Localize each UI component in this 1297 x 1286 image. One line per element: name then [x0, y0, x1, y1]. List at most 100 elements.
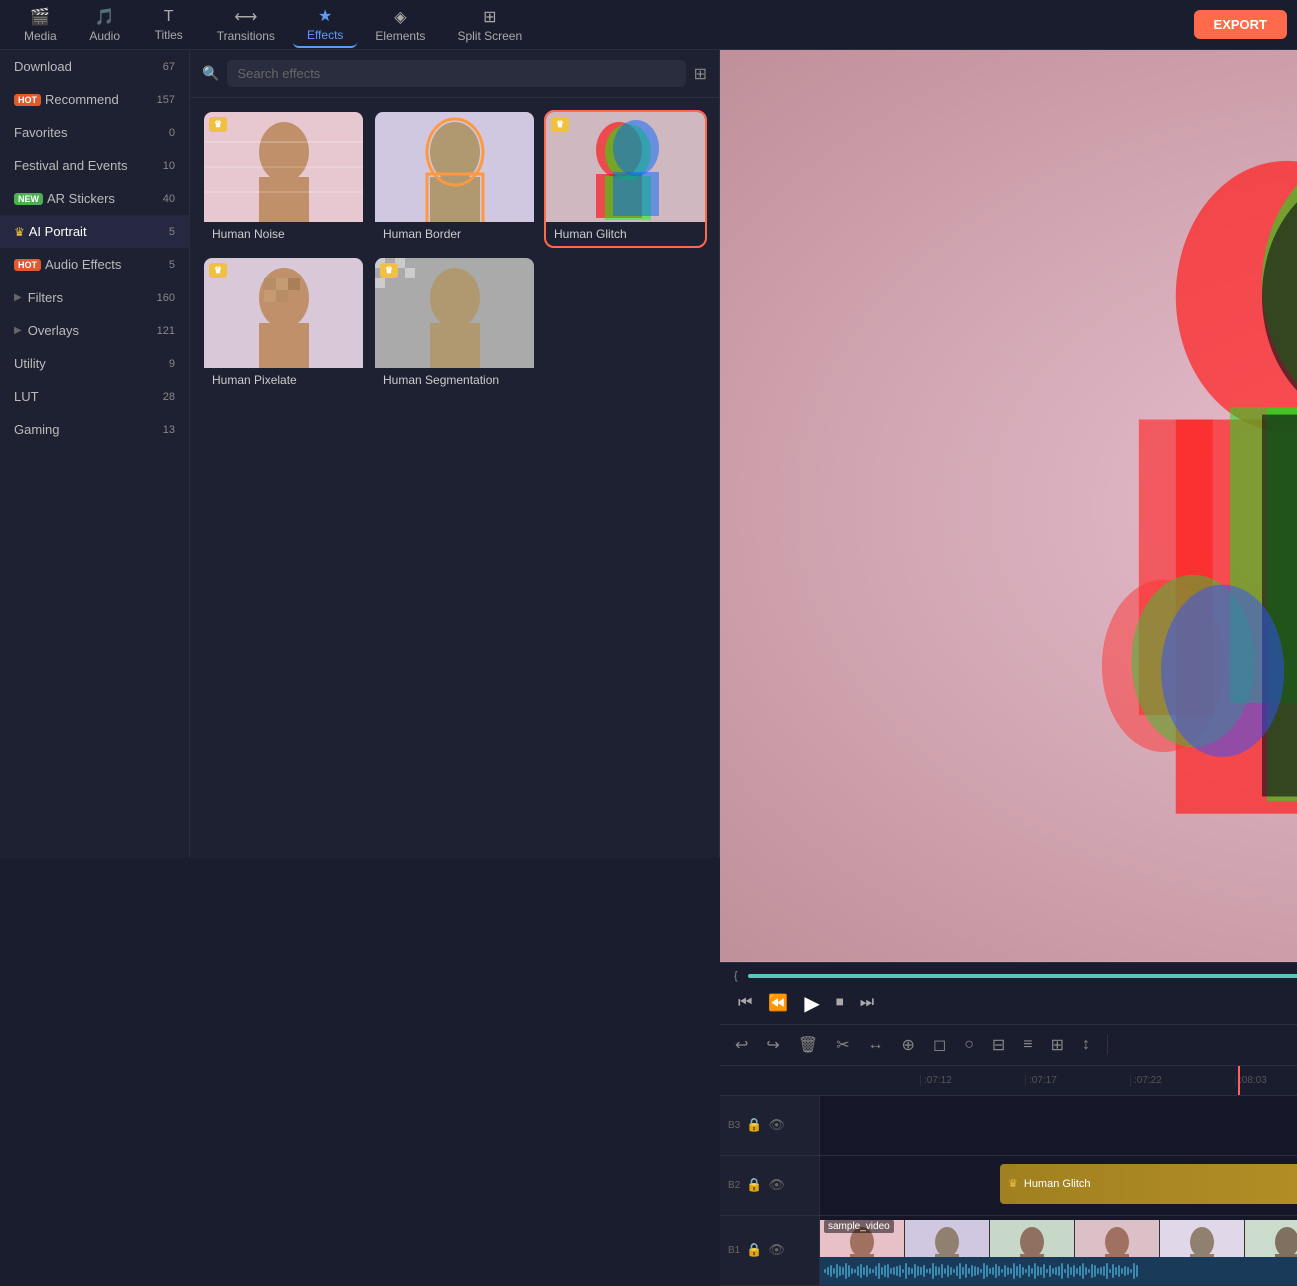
- time-left-marker: {: [734, 970, 738, 982]
- grid-toggle-button[interactable]: ⊞: [694, 64, 707, 84]
- nav-elements[interactable]: ◈ Elements: [361, 3, 439, 47]
- effect-thumb-human-border: [375, 112, 534, 222]
- effect-card-human-glitch[interactable]: ♛ Human Glitch: [546, 112, 705, 246]
- progress-track[interactable]: [748, 974, 1297, 978]
- wave-bar: [1097, 1268, 1099, 1274]
- wave-bar: [1079, 1266, 1081, 1276]
- nav-titles[interactable]: T Titles: [139, 4, 199, 46]
- audio-waveform-bar: [820, 1257, 1297, 1285]
- sidebar-item-audio-effects[interactable]: HOT Audio Effects 5: [0, 248, 189, 281]
- wave-bar: [941, 1264, 943, 1278]
- track-lock-button-2[interactable]: 🔒: [746, 1177, 762, 1193]
- sidebar-item-festival-events[interactable]: Festival and Events 10: [0, 149, 189, 182]
- nav-audio[interactable]: 🎵 Audio: [75, 3, 135, 47]
- video-track-label: sample_video: [824, 1220, 894, 1233]
- effect-thumb-human-noise: ♛: [204, 112, 363, 222]
- sidebar-item-overlays[interactable]: ▶ Overlays 121: [0, 314, 189, 347]
- wave-bar: [1052, 1268, 1054, 1274]
- stop-button[interactable]: ⏹: [832, 992, 848, 1014]
- wave-bar: [998, 1266, 1000, 1276]
- step-back-button[interactable]: ⏮: [734, 992, 756, 1014]
- track-header-2: B2 🔒 👁: [720, 1156, 820, 1215]
- color-button[interactable]: ○: [959, 1033, 979, 1057]
- preview-video: [720, 50, 1297, 962]
- ruler-mark-0: :07:12: [920, 1075, 1025, 1086]
- redo-button[interactable]: ↪: [761, 1032, 784, 1058]
- sidebar-item-gaming[interactable]: Gaming 13: [0, 413, 189, 446]
- wave-bar: [1076, 1268, 1078, 1274]
- effect-crown-icon: ♛: [1008, 1177, 1018, 1190]
- crop-button[interactable]: ↔: [863, 1033, 889, 1057]
- track-eye-button-3[interactable]: 👁: [768, 1117, 785, 1133]
- wave-bar: [962, 1267, 964, 1275]
- export-button[interactable]: EXPORT: [1194, 10, 1287, 39]
- nav-media[interactable]: 🎬 Media: [10, 3, 71, 47]
- wave-bar: [881, 1267, 883, 1275]
- ruler-marks: :07:12 :07:17 :07:22 :08:03 :08:08 :08:1…: [920, 1075, 1297, 1086]
- wave-bar: [884, 1265, 886, 1277]
- wave-bar: [977, 1267, 979, 1275]
- sidebar-item-favorites[interactable]: Favorites 0: [0, 116, 189, 149]
- ruler-mark-3: :08:03: [1235, 1075, 1297, 1086]
- playhead-line: [1238, 1066, 1240, 1095]
- wave-bar: [965, 1264, 967, 1278]
- wave-bar: [944, 1268, 946, 1274]
- wave-bar: [1055, 1267, 1057, 1275]
- wave-bar: [1067, 1264, 1069, 1278]
- wave-bar: [935, 1266, 937, 1276]
- step-forward-button[interactable]: ⏭: [856, 992, 878, 1014]
- adjust-button[interactable]: ↕: [1077, 1033, 1095, 1057]
- effect-label-human-segmentation: Human Segmentation: [375, 368, 534, 392]
- top-nav: 🎬 Media 🎵 Audio T Titles ⟷ Transitions ★…: [0, 0, 1297, 50]
- wave-bar: [899, 1265, 901, 1277]
- track-lock-button-3[interactable]: 🔒: [746, 1117, 762, 1133]
- preview-image-area: [720, 50, 1297, 962]
- mask-button[interactable]: ◻: [928, 1032, 951, 1058]
- track-eye-button-2[interactable]: 👁: [768, 1177, 785, 1193]
- cut-button[interactable]: ✂: [831, 1032, 854, 1058]
- wave-bar: [1004, 1265, 1006, 1277]
- wave-bar: [1031, 1268, 1033, 1274]
- progress-bar-row: { } 00:00:08:05: [734, 969, 1297, 983]
- effect-card-human-pixelate[interactable]: ♛ Human Pixelate: [204, 258, 363, 392]
- nav-transitions[interactable]: ⟷ Transitions: [203, 3, 289, 47]
- effects-panel: 🔍 ⊞ ♛ Human N: [190, 50, 720, 858]
- nav-split-screen[interactable]: ⊞ Split Screen: [443, 3, 536, 47]
- sidebar-item-ai-portrait[interactable]: ♛ AI Portrait 5: [0, 215, 189, 248]
- wave-bar: [980, 1269, 982, 1273]
- preview-glitch-svg: [720, 50, 1297, 962]
- frame-back-button[interactable]: ⏪: [764, 991, 792, 1015]
- sidebar-item-recommend[interactable]: HOT Recommend 157: [0, 83, 189, 116]
- minus-button[interactable]: ⊟: [987, 1032, 1010, 1058]
- effect-card-human-segmentation[interactable]: ♛ Human Segmentation: [375, 258, 534, 392]
- sidebar-item-utility[interactable]: Utility 9: [0, 347, 189, 380]
- wave-bar: [872, 1269, 874, 1273]
- effect-track-bar[interactable]: ♛ Human Glitch: [1000, 1164, 1297, 1204]
- split-button[interactable]: ⊞: [1046, 1032, 1069, 1058]
- list-button[interactable]: ≡: [1018, 1033, 1037, 1057]
- nav-effects[interactable]: ★ Effects: [293, 2, 357, 48]
- human-noise-preview: [204, 112, 363, 222]
- hot-tag: HOT: [14, 94, 41, 106]
- effect-card-human-noise[interactable]: ♛ Human Noise: [204, 112, 363, 246]
- hot-tag2: HOT: [14, 259, 41, 271]
- undo-button[interactable]: ↩: [730, 1032, 753, 1058]
- sidebar-item-download[interactable]: Download 67: [0, 50, 189, 83]
- effect-card-human-border[interactable]: Human Border: [375, 112, 534, 246]
- wave-bar: [833, 1268, 835, 1274]
- wave-bar: [1013, 1263, 1015, 1279]
- sidebar-item-lut[interactable]: LUT 28: [0, 380, 189, 413]
- wave-bar: [914, 1264, 916, 1278]
- sidebar-item-ar-stickers[interactable]: NEW AR Stickers 40: [0, 182, 189, 215]
- play-button[interactable]: ▶: [800, 989, 823, 1018]
- rotate-button[interactable]: ⊕: [897, 1032, 920, 1058]
- track-eye-button-1[interactable]: 👁: [768, 1242, 785, 1258]
- delete-button[interactable]: 🗑: [793, 1032, 823, 1058]
- wave-bar: [1034, 1263, 1036, 1279]
- track-lock-button-1[interactable]: 🔒: [746, 1242, 762, 1258]
- sidebar-item-filters[interactable]: ▶ Filters 160: [0, 281, 189, 314]
- timeline-toolbar: ↩ ↪ 🗑 ✂ ↔ ⊕ ◻ ○ ⊟ ≡ ⊞ ↕ ⚙ 🔖 🎤 💬 ⊡: [720, 1024, 1297, 1066]
- wave-bar: [1100, 1267, 1102, 1275]
- search-input[interactable]: [227, 60, 685, 87]
- progress-fill: [748, 974, 1297, 978]
